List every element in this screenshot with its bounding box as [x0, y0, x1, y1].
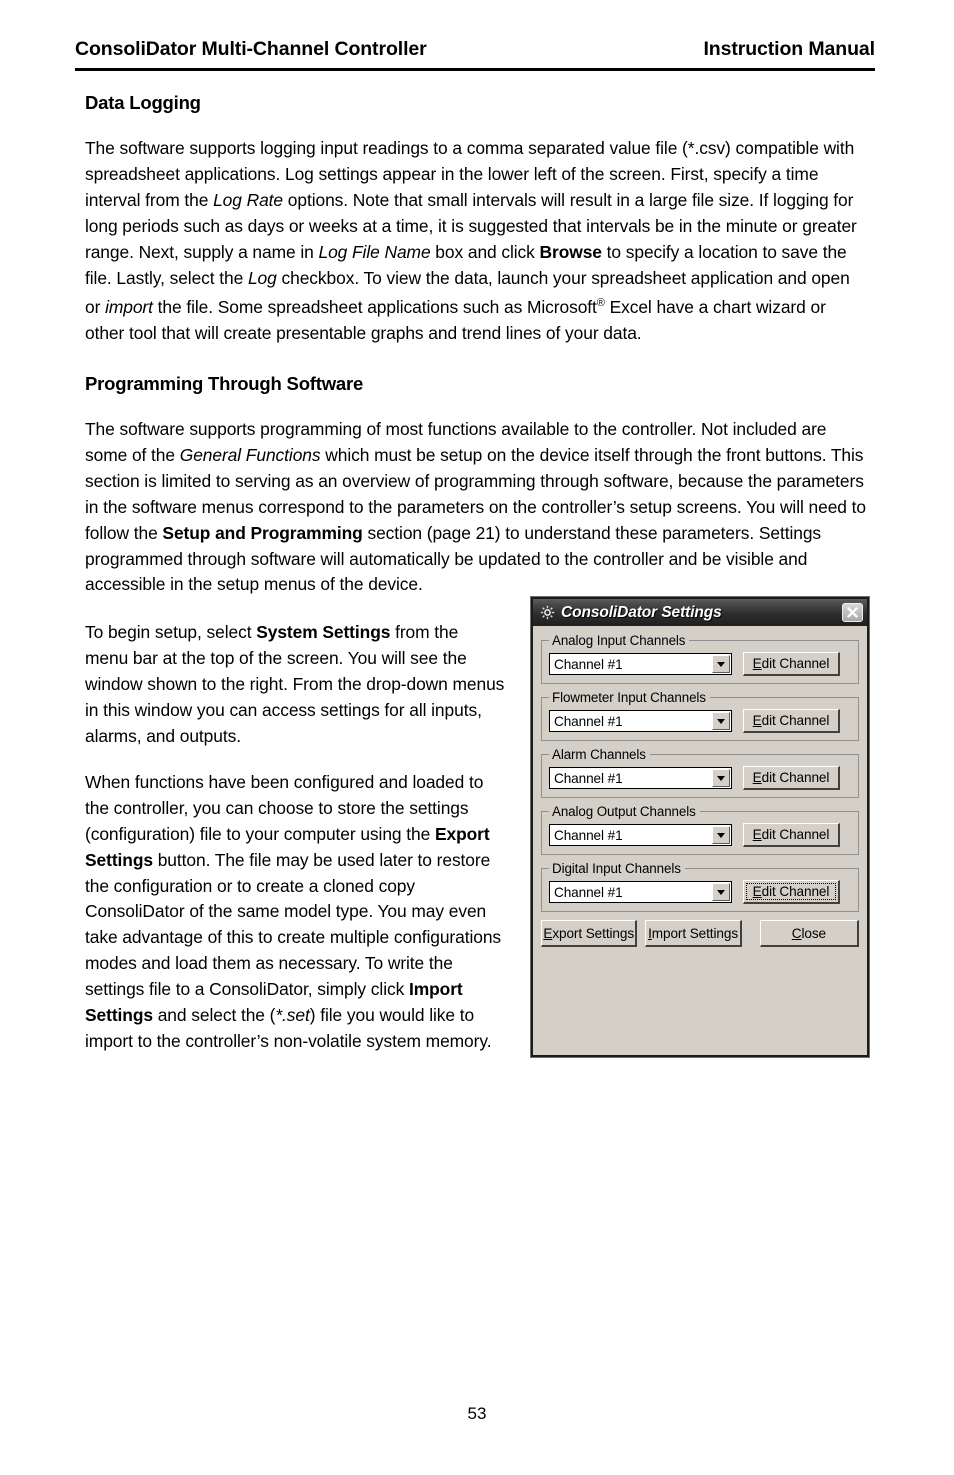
edit-channel-button-analog-input[interactable]: Edit Channel [743, 652, 840, 676]
button-accel: E [752, 827, 762, 842]
group-row: Channel #1 Edit Channel [549, 709, 851, 733]
group-legend: Flowmeter Input Channels [552, 690, 706, 705]
button-label: dit Channel [761, 713, 830, 728]
group-row: Channel #1 Edit Channel [549, 766, 851, 790]
paragraph-export-import-settings: When functions have been configured and … [85, 771, 502, 1051]
button-label: dit Channel [761, 770, 830, 785]
combo-value: Channel #1 [554, 713, 623, 729]
button-label: lose [801, 925, 826, 941]
digital-input-channel-select[interactable]: Channel #1 [549, 881, 732, 903]
close-icon[interactable] [842, 603, 863, 622]
button-accel: E [752, 770, 762, 785]
button-accel: E [543, 925, 553, 941]
combo-value: Channel #1 [554, 884, 623, 900]
button-label: dit Channel [761, 656, 830, 671]
alarm-channel-select[interactable]: Channel #1 [549, 767, 732, 789]
group-row: Channel #1 Edit Channel [549, 823, 851, 847]
button-accel: E [752, 884, 762, 899]
chevron-down-icon[interactable] [712, 826, 730, 844]
section-heading-programming-through-software: Programming Through Software [85, 373, 364, 395]
group-row: Channel #1 Edit Channel [549, 652, 851, 676]
dialog-footer-buttons: Export Settings Import Settings Close [541, 918, 859, 947]
header-right-title: Instruction Manual [703, 38, 875, 60]
edit-channel-button-digital-input[interactable]: Edit Channel [743, 880, 840, 904]
button-label: mport Settings [651, 925, 739, 941]
header-left-title: ConsoliDator Multi-Channel Controller [75, 38, 427, 60]
dialog-body: Analog Input Channels Channel #1 Edit Ch… [533, 626, 867, 953]
dialog-titlebar[interactable]: ConsoliDator Settings [533, 599, 867, 626]
section-heading-data-logging: Data Logging [85, 92, 201, 113]
group-legend: Digital Input Channels [552, 861, 681, 876]
button-label: dit Channel [761, 827, 830, 842]
edit-channel-button-alarm[interactable]: Edit Channel [743, 766, 840, 790]
group-legend: Alarm Channels [552, 747, 646, 762]
combo-value: Channel #1 [554, 827, 623, 843]
analog-output-channel-select[interactable]: Channel #1 [549, 824, 732, 846]
consolidator-settings-dialog: ConsoliDator Settings Analog Input Chann… [531, 597, 869, 1057]
paragraph-programming-overview: The software supports programming of mos… [85, 419, 866, 595]
edit-channel-button-flowmeter-input[interactable]: Edit Channel [743, 709, 840, 733]
chevron-down-icon[interactable] [712, 769, 730, 787]
header-divider [75, 68, 875, 71]
close-button[interactable]: Close [759, 920, 859, 947]
chevron-down-icon[interactable] [712, 712, 730, 730]
button-accel: C [791, 925, 802, 941]
group-row: Channel #1 Edit Channel [549, 880, 851, 904]
edit-channel-button-analog-output[interactable]: Edit Channel [743, 823, 840, 847]
group-flowmeter-input-channels: Flowmeter Input Channels Channel #1 Edit… [541, 690, 859, 741]
group-alarm-channels: Alarm Channels Channel #1 Edit Channel [541, 747, 859, 798]
page-number: 53 [467, 1404, 487, 1423]
paragraph-begin-setup: To begin setup, select System Settings f… [85, 622, 505, 747]
group-legend: Analog Input Channels [552, 633, 686, 648]
group-digital-input-channels: Digital Input Channels Channel #1 Edit C… [541, 861, 859, 912]
chevron-down-icon[interactable] [712, 655, 730, 673]
group-analog-input-channels: Analog Input Channels Channel #1 Edit Ch… [541, 633, 859, 684]
group-legend: Analog Output Channels [552, 804, 696, 819]
export-settings-button[interactable]: Export Settings [541, 920, 638, 947]
paragraph-data-logging: The software supports logging input read… [85, 138, 857, 344]
chevron-down-icon[interactable] [712, 883, 730, 901]
sun-gear-icon [540, 605, 555, 620]
analog-input-channel-select[interactable]: Channel #1 [549, 653, 732, 675]
button-label: xport Settings [552, 925, 635, 941]
button-accel: E [752, 656, 762, 671]
dialog-title: ConsoliDator Settings [561, 603, 722, 621]
combo-value: Channel #1 [554, 770, 623, 786]
button-label: dit Channel [761, 884, 830, 899]
combo-value: Channel #1 [554, 656, 623, 672]
group-analog-output-channels: Analog Output Channels Channel #1 Edit C… [541, 804, 859, 855]
import-settings-button[interactable]: Import Settings [645, 920, 742, 947]
button-accel: E [752, 713, 762, 728]
flowmeter-input-channel-select[interactable]: Channel #1 [549, 710, 732, 732]
page-header: ConsoliDator Multi-Channel Controller In… [75, 38, 875, 61]
